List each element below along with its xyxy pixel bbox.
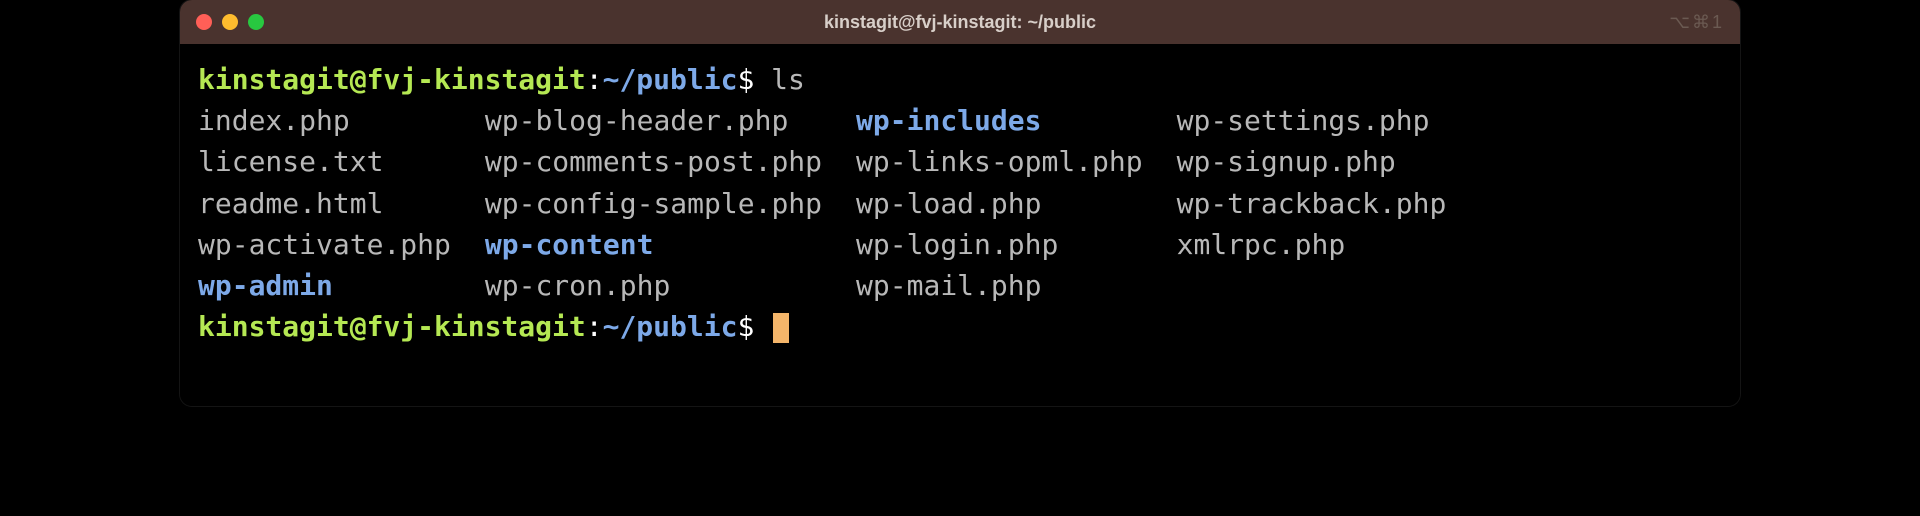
prompt-path: ~/public xyxy=(603,310,738,343)
cursor xyxy=(773,313,789,343)
file-entry: wp-login.php xyxy=(856,225,1143,264)
window-title: kinstagit@fvj-kinstagit: ~/public xyxy=(824,12,1096,33)
file-entry: wp-mail.php xyxy=(856,266,1143,305)
prompt-colon: : xyxy=(586,310,603,343)
prompt-colon: : xyxy=(586,63,603,96)
terminal-window: kinstagit@fvj-kinstagit: ~/public ⌥⌘1 ki… xyxy=(180,0,1740,406)
prompt-path: ~/public xyxy=(603,63,738,96)
file-entry: wp-config-sample.php xyxy=(485,184,822,223)
prompt-line-1: kinstagit@fvj-kinstagit:~/public$ ls xyxy=(198,60,1722,99)
directory-entry: wp-admin xyxy=(198,266,451,305)
command-text: ls xyxy=(771,63,805,96)
file-entry: xmlrpc.php xyxy=(1177,225,1447,264)
ls-output: index.phpwp-blog-header.phpwp-includeswp… xyxy=(198,101,1722,305)
file-entry: wp-load.php xyxy=(856,184,1143,223)
file-entry: wp-trackback.php xyxy=(1177,184,1447,223)
file-entry: wp-activate.php xyxy=(198,225,451,264)
prompt-user-host: kinstagit@fvj-kinstagit xyxy=(198,310,586,343)
prompt-user-host: kinstagit@fvj-kinstagit xyxy=(198,63,586,96)
file-entry: wp-comments-post.php xyxy=(485,142,822,181)
maximize-icon[interactable] xyxy=(248,14,264,30)
file-entry: index.php xyxy=(198,101,451,140)
file-entry: wp-links-opml.php xyxy=(856,142,1143,181)
close-icon[interactable] xyxy=(196,14,212,30)
file-entry: license.txt xyxy=(198,142,451,181)
directory-entry: wp-includes xyxy=(856,101,1143,140)
file-entry: wp-cron.php xyxy=(485,266,822,305)
file-entry: readme.html xyxy=(198,184,451,223)
titlebar-right-icons: ⌥⌘1 xyxy=(1669,12,1724,33)
minimize-icon[interactable] xyxy=(222,14,238,30)
prompt-dollar: $ xyxy=(737,310,754,343)
prompt-dollar: $ xyxy=(737,63,754,96)
file-entry: wp-settings.php xyxy=(1177,101,1447,140)
directory-entry: wp-content xyxy=(485,225,822,264)
file-entry: wp-blog-header.php xyxy=(485,101,822,140)
titlebar: kinstagit@fvj-kinstagit: ~/public ⌥⌘1 xyxy=(180,0,1740,44)
terminal-body[interactable]: kinstagit@fvj-kinstagit:~/public$ ls ind… xyxy=(180,44,1740,406)
prompt-line-2: kinstagit@fvj-kinstagit:~/public$ xyxy=(198,307,1722,346)
traffic-lights xyxy=(196,14,264,30)
file-entry: wp-signup.php xyxy=(1177,142,1447,181)
